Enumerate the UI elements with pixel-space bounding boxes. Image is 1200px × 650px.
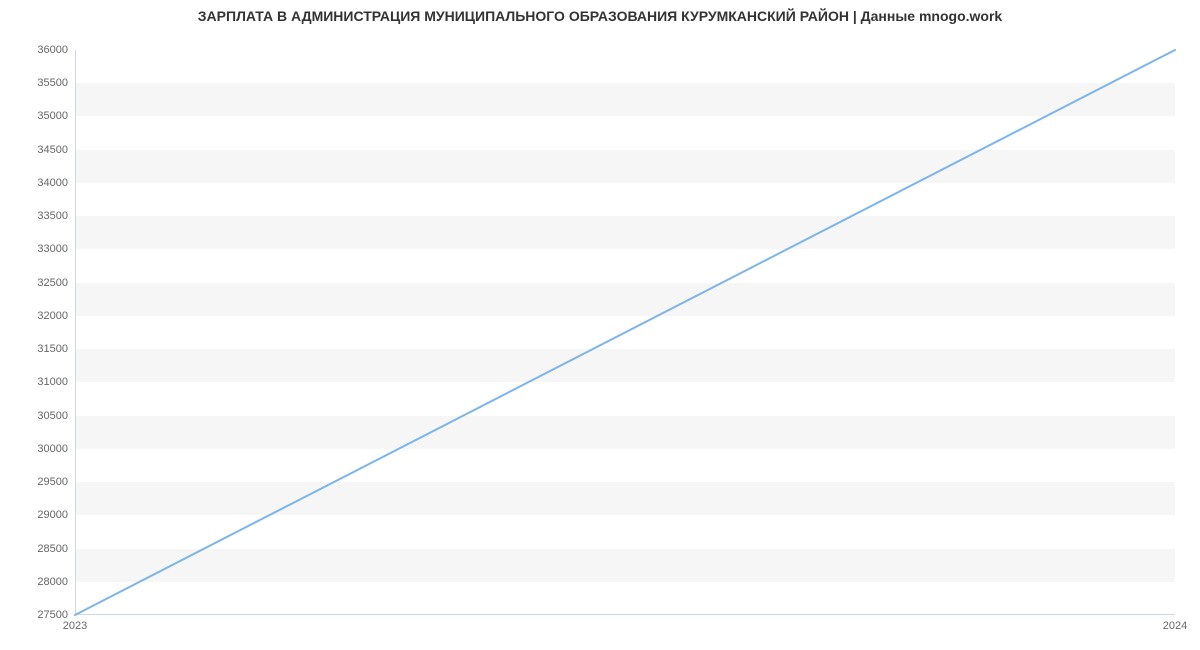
y-tick-label: 31500 (37, 343, 68, 355)
chart-title: ЗАРПЛАТА В АДМИНИСТРАЦИЯ МУНИЦИПАЛЬНОГО … (0, 8, 1200, 24)
y-tick-label: 31000 (37, 376, 68, 388)
y-tick-label: 29500 (37, 476, 68, 488)
y-tick-label: 36000 (37, 44, 68, 56)
plot-area (75, 50, 1175, 615)
y-tick-label: 33000 (37, 243, 68, 255)
salary-line-chart: ЗАРПЛАТА В АДМИНИСТРАЦИЯ МУНИЦИПАЛЬНОГО … (0, 0, 1200, 650)
y-tick-label: 33500 (37, 210, 68, 222)
y-tick-label: 32500 (37, 277, 68, 289)
y-tick-label: 30000 (37, 443, 68, 455)
line-series-layer (75, 50, 1175, 615)
y-tick-label: 32000 (37, 310, 68, 322)
y-tick-label: 35000 (37, 110, 68, 122)
y-tick-label: 30500 (37, 410, 68, 422)
line-series (75, 50, 1175, 615)
y-tick-label: 28000 (37, 576, 68, 588)
y-tick-label: 28500 (37, 543, 68, 555)
x-tick-label: 2024 (1163, 620, 1187, 632)
y-tick-label: 29000 (37, 509, 68, 521)
x-tick-label: 2023 (63, 620, 87, 632)
y-tick-label: 34000 (37, 177, 68, 189)
y-tick-label: 35500 (37, 77, 68, 89)
y-tick-label: 34500 (37, 144, 68, 156)
